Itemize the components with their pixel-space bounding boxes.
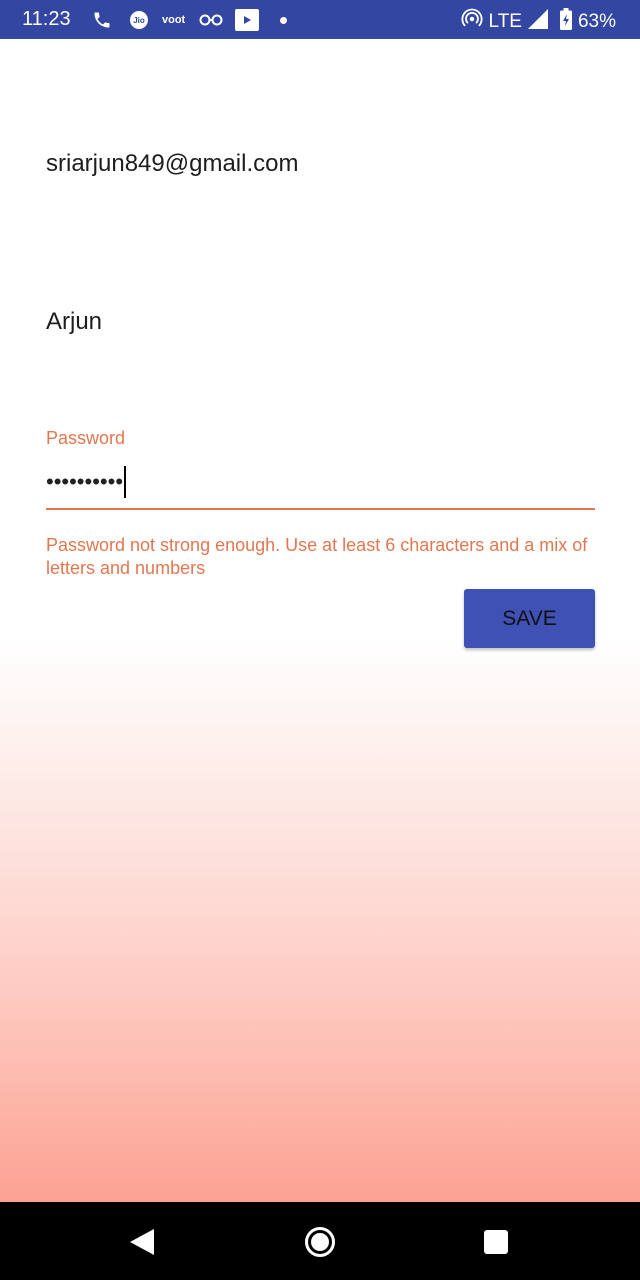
voot-icon: voot <box>162 13 186 26</box>
home-icon[interactable] <box>305 1227 335 1257</box>
email-field[interactable]: sriarjun849@gmail.com <box>46 150 298 178</box>
glasses-icon <box>199 9 223 31</box>
back-icon[interactable] <box>130 1229 154 1260</box>
password-value: •••••••••• <box>46 469 124 494</box>
tv-icon <box>235 9 259 31</box>
recent-apps-icon[interactable] <box>484 1230 508 1254</box>
phone-icon <box>92 9 112 31</box>
save-button[interactable]: SAVE <box>464 589 595 648</box>
status-time: 11:23 <box>22 8 71 30</box>
password-error-message: Password not strong enough. Use at least… <box>46 535 588 578</box>
network-label: LTE <box>488 11 522 32</box>
password-label: Password <box>46 428 126 448</box>
password-field[interactable]: •••••••••• <box>46 462 595 510</box>
status-bar: 11:23 Jio voot LTE 63% <box>0 0 640 39</box>
navigation-bar <box>0 1202 640 1280</box>
hotspot-icon <box>460 8 483 36</box>
battery-percent: 63% <box>577 11 616 32</box>
battery-icon <box>559 8 572 36</box>
jio-icon: Jio <box>130 9 148 31</box>
notification-dot-icon <box>280 9 287 31</box>
signal-icon <box>527 9 548 35</box>
name-field[interactable]: Arjun <box>46 308 102 336</box>
text-cursor <box>124 466 127 498</box>
